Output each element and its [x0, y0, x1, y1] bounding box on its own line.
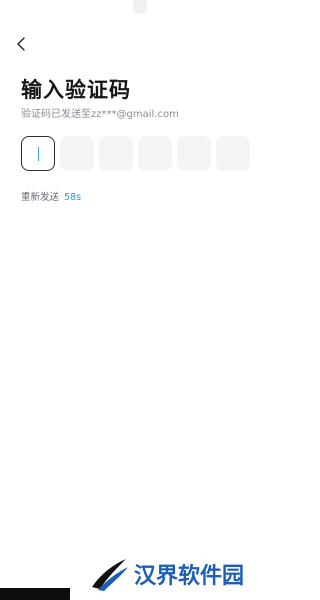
code-input-group: [21, 136, 250, 171]
resend-label: 重新发送: [21, 192, 60, 203]
code-digit-input[interactable]: [138, 136, 172, 171]
code-digit-input[interactable]: [177, 136, 211, 171]
status-notch: [133, 0, 147, 14]
code-digit-input[interactable]: [21, 136, 55, 171]
watermark: 汉界软件园: [90, 556, 244, 592]
text-caret: [38, 147, 39, 161]
watermark-text: 汉界软件园: [134, 564, 245, 589]
code-digit-input[interactable]: [216, 136, 250, 171]
page-title: 输入验证码: [21, 78, 131, 102]
sent-to-subtitle: 验证码已发送至zz***@gmail.com: [21, 109, 179, 120]
chevron-left-icon: [17, 37, 25, 51]
verify-code-screen: 输入验证码 验证码已发送至zz***@gmail.com 重新发送 58s 汉界…: [0, 0, 270, 600]
code-digit-input[interactable]: [99, 136, 133, 171]
swoosh-logo-icon: [92, 559, 128, 591]
bottom-bar: [0, 588, 70, 600]
resend-row: 重新发送 58s: [21, 189, 81, 203]
code-digit-input[interactable]: [60, 136, 94, 171]
back-button[interactable]: [10, 32, 34, 56]
resend-countdown: 58s: [64, 192, 82, 203]
